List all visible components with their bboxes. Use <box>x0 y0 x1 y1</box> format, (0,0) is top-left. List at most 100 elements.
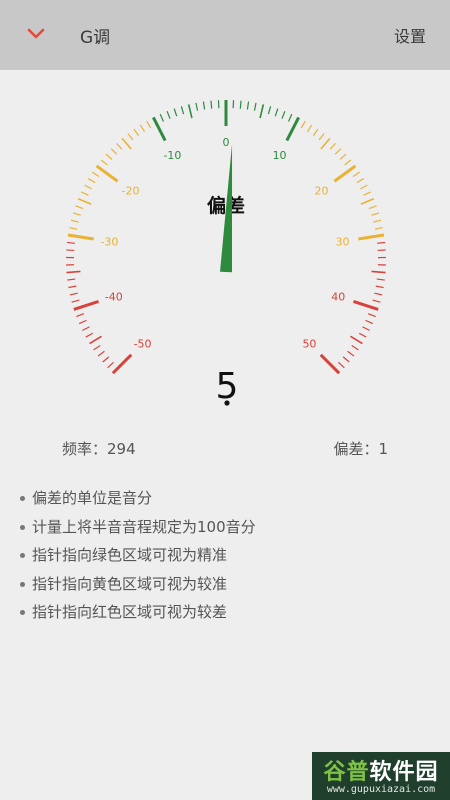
gauge-tick-label: 50 <box>302 337 316 350</box>
gauge-tick <box>374 226 383 230</box>
gauge-tick <box>85 332 94 338</box>
gauge-tick <box>133 128 140 136</box>
gauge-tick <box>139 124 146 132</box>
list-item: 指针指向绿色区域可视为精准 <box>20 541 256 570</box>
bullet-icon <box>20 581 25 587</box>
gauge-tick-label: 0 <box>223 136 230 149</box>
gauge-tick <box>312 128 319 136</box>
gauge-tick-label: 10 <box>273 149 287 162</box>
gauge-tick <box>320 137 331 150</box>
tuner-gauge: -50-40-30-20-1001020304050 偏差 5 <box>66 100 386 407</box>
chevron-down-icon <box>27 28 45 39</box>
gauge-tick <box>202 101 206 110</box>
gauge-tick <box>352 171 361 178</box>
gauge-tick <box>66 241 75 244</box>
gauge-tick <box>356 178 365 184</box>
gauge-tick-label: -40 <box>105 290 123 303</box>
gauge-tick <box>69 226 78 230</box>
gauge-tick <box>300 120 306 129</box>
gauge-tick-label: -10 <box>163 149 181 162</box>
gauge-tick <box>87 178 96 184</box>
gauge-tick <box>121 137 132 150</box>
watermark-logo: 谷普软件园 www.gupuxiazai.com <box>312 752 450 800</box>
gauge-tick <box>67 278 76 281</box>
gauge-value-dot <box>224 400 230 406</box>
gauge-tick <box>360 198 375 205</box>
gauge-tick <box>259 104 265 119</box>
gauge-tick <box>75 205 84 210</box>
gauge-tick <box>342 356 350 363</box>
gauge-tick <box>67 233 94 241</box>
gauge-tick <box>84 184 92 190</box>
gauge-tick <box>78 319 87 325</box>
gauge-tick <box>365 319 374 325</box>
deviation-value: 1 <box>378 440 388 458</box>
gauge-tick <box>70 219 79 223</box>
gauge-tick <box>68 285 77 289</box>
gauge-tick <box>368 205 377 210</box>
gauge-tick <box>107 361 114 369</box>
gauge-tick <box>376 278 385 281</box>
gauge-tick-label: 40 <box>331 290 345 303</box>
list-item: 偏差的单位是音分 <box>20 484 256 513</box>
gauge-tick <box>73 299 100 311</box>
gauge-tick <box>281 111 286 119</box>
gauge-tick <box>195 102 199 111</box>
gauge-tick <box>306 124 313 132</box>
gauge-tick <box>159 113 164 122</box>
gauge-tick <box>377 249 386 252</box>
gauge-tick <box>93 344 101 351</box>
gauge-tick <box>363 191 372 196</box>
gauge-tick-label: 20 <box>314 185 328 198</box>
gauge-tick <box>288 113 293 122</box>
gauge-tick <box>166 111 171 119</box>
deviation-label: 偏差： <box>333 440 379 458</box>
gauge-tick <box>239 100 242 109</box>
settings-button[interactable]: 设置 <box>394 23 426 47</box>
list-item: 指针指向红色区域可视为较差 <box>20 598 256 627</box>
gauge-tick <box>102 356 110 363</box>
gauge-tick <box>100 159 108 166</box>
gauge-tick <box>333 164 357 183</box>
frequency-readout: 频率：294 <box>62 438 136 459</box>
gauge-tick <box>377 241 386 244</box>
gauge-tick <box>253 102 257 111</box>
gauge-tick <box>97 350 105 357</box>
gauge-tick <box>362 326 370 331</box>
frequency-label: 频率： <box>62 440 108 458</box>
gauge-tick <box>371 212 380 216</box>
back-button[interactable] <box>22 20 50 48</box>
gauge-tick <box>66 249 75 252</box>
page-title: G调 <box>80 28 111 48</box>
gauge-tick <box>95 164 119 183</box>
gauge-tick <box>373 219 382 223</box>
gauge-tick <box>210 100 213 109</box>
gauge-tick <box>89 335 102 345</box>
bullet-icon <box>20 553 25 558</box>
gauge-tick <box>110 148 118 155</box>
gauge-tick <box>347 350 355 357</box>
list-item: 计量上将半音音程规定为100音分 <box>20 513 256 542</box>
list-item: 指针指向黄色区域可视为较准 <box>20 570 256 599</box>
gauge-tick <box>358 233 385 241</box>
gauge-tick <box>360 184 368 190</box>
gauge-tick <box>105 153 113 160</box>
gauge-tick <box>352 299 379 311</box>
gauge-tick-label: 30 <box>336 236 350 249</box>
gauge-tick <box>71 299 80 303</box>
frequency-value: 294 <box>107 440 136 458</box>
gauge-tick <box>80 191 89 196</box>
gauge-tick <box>72 212 81 216</box>
deviation-readout: 偏差：1 <box>333 438 388 459</box>
gauge-tick <box>344 159 352 166</box>
gauge-tick-label: -30 <box>100 236 118 249</box>
notes-list: 偏差的单位是音分 计量上将半音音程规定为100音分 指针指向绿色区域可视为精准 … <box>20 484 256 627</box>
gauge-tick <box>246 101 250 110</box>
gauge-tick <box>116 142 123 150</box>
gauge-tick <box>146 120 152 129</box>
gauge-tick <box>66 270 81 274</box>
gauge-tick-label: -20 <box>122 185 140 198</box>
gauge-tick <box>318 133 325 141</box>
gauge-tick <box>351 344 359 351</box>
gauge-tick <box>274 108 279 117</box>
